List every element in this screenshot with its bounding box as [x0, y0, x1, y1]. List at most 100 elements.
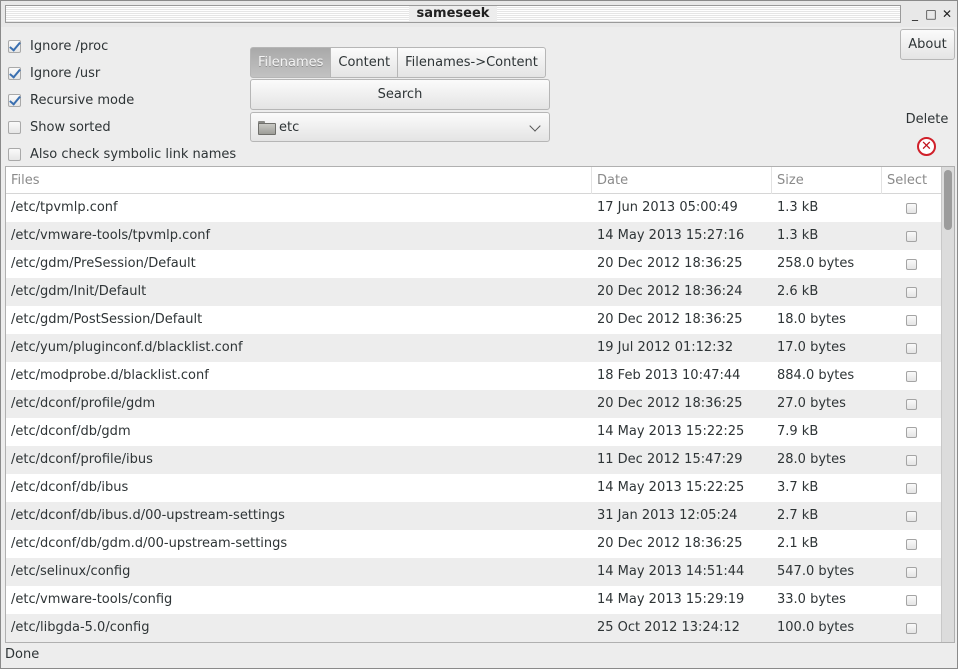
chevron-down-icon: [529, 120, 541, 132]
delete-icon[interactable]: ✕: [917, 137, 936, 156]
scrollbar-thumb[interactable]: [944, 170, 952, 230]
file-cell: /etc/modprobe.d/blacklist.conf: [11, 368, 209, 383]
table-row[interactable]: /etc/dconf/db/gdm.d/00-upstream-settings…: [6, 530, 941, 558]
tab-filenames-content[interactable]: Filenames->Content: [397, 47, 546, 78]
date-cell: 25 Oct 2012 13:24:12: [597, 620, 740, 635]
select-checkbox[interactable]: [906, 398, 917, 410]
select-checkbox[interactable]: [906, 538, 917, 550]
select-cell: [882, 222, 941, 250]
date-cell: 14 May 2013 15:22:25: [597, 424, 745, 439]
table-row[interactable]: /etc/yum/pluginconf.d/blacklist.conf 19 J…: [6, 334, 941, 362]
about-button[interactable]: About: [900, 29, 955, 60]
table-row[interactable]: /etc/gdm/PostSession/Default 20 Dec 2012 …: [6, 306, 941, 334]
select-checkbox[interactable]: [906, 230, 917, 242]
ignore-usr-checkbox[interactable]: [8, 67, 21, 80]
table-row[interactable]: /etc/tpvmlp.conf 17 Jun 2013 05:00:49 1.3 …: [6, 194, 941, 222]
file-cell: /etc/vmware-tools/tpvmlp.conf: [11, 228, 211, 243]
table-row[interactable]: /etc/libgda-5.0/config 25 Oct 2012 13:24:…: [6, 614, 941, 642]
file-cell: /etc/dconf/profile/gdm: [11, 396, 156, 411]
size-cell: 2.6 kB: [777, 284, 819, 299]
mode-tabs: Filenames Content Filenames->Content: [250, 47, 546, 78]
select-cell: [882, 530, 941, 558]
size-cell: 3.7 kB: [777, 480, 819, 495]
folder-combo[interactable]: etc: [250, 112, 550, 142]
title-track: sameseek: [5, 5, 901, 23]
select-checkbox[interactable]: [906, 202, 917, 214]
table-row[interactable]: /etc/dconf/db/ibus 14 May 2013 15:22:25 3.…: [6, 474, 941, 502]
column-header-size[interactable]: Size: [772, 167, 882, 194]
select-checkbox[interactable]: [906, 510, 917, 522]
show-sorted-label: Show sorted: [30, 120, 111, 135]
select-cell: [882, 614, 941, 642]
tab-filenames[interactable]: Filenames: [250, 47, 332, 78]
select-checkbox[interactable]: [906, 342, 917, 354]
select-cell: [882, 586, 941, 614]
maximize-icon[interactable]: □: [923, 6, 939, 22]
show-sorted-checkbox[interactable]: [8, 121, 21, 134]
delete-label: Delete: [905, 112, 949, 127]
size-cell: 2.7 kB: [777, 508, 819, 523]
select-checkbox[interactable]: [906, 314, 917, 326]
date-cell: 20 Dec 2012 18:36:24: [597, 284, 743, 299]
table-row[interactable]: /etc/gdm/Init/Default 20 Dec 2012 18:36:2…: [6, 278, 941, 306]
select-checkbox[interactable]: [906, 566, 917, 578]
select-checkbox[interactable]: [906, 426, 917, 438]
size-cell: 28.0 bytes: [777, 452, 846, 467]
recursive-mode-checkbox[interactable]: [8, 94, 21, 107]
ignore-usr-label: Ignore /usr: [30, 66, 101, 81]
vertical-scrollbar[interactable]: [941, 167, 954, 642]
symlink-names-checkbox[interactable]: [8, 148, 21, 161]
file-cell: /etc/dconf/db/gdm: [11, 424, 131, 439]
select-checkbox[interactable]: [906, 454, 917, 466]
search-button[interactable]: Search: [250, 79, 550, 110]
ignore-proc-option[interactable]: Ignore /proc: [8, 33, 236, 60]
file-cell: /etc/gdm/PostSession/Default: [11, 312, 203, 327]
tab-content[interactable]: Content: [330, 47, 399, 78]
column-header-select[interactable]: Select: [882, 167, 941, 194]
file-cell: /etc/vmware-tools/config: [11, 592, 173, 607]
ignore-proc-label: Ignore /proc: [30, 39, 109, 54]
file-cell: /etc/yum/pluginconf.d/blacklist.conf: [11, 340, 243, 355]
size-cell: 33.0 bytes: [777, 592, 846, 607]
date-cell: 20 Dec 2012 18:36:25: [597, 396, 743, 411]
date-cell: 14 May 2013 14:51:44: [597, 564, 745, 579]
select-cell: [882, 474, 941, 502]
date-cell: 14 May 2013 15:29:19: [597, 592, 745, 607]
ignore-proc-checkbox[interactable]: [8, 40, 21, 53]
close-icon[interactable]: ✕: [939, 6, 955, 22]
date-cell: 18 Feb 2013 10:47:44: [597, 368, 741, 383]
table-row[interactable]: /etc/selinux/config 14 May 2013 14:51:44 5…: [6, 558, 941, 586]
select-checkbox[interactable]: [906, 482, 917, 494]
size-cell: 2.1 kB: [777, 536, 819, 551]
select-checkbox[interactable]: [906, 370, 917, 382]
date-cell: 20 Dec 2012 18:36:25: [597, 256, 743, 271]
select-checkbox[interactable]: [906, 286, 917, 298]
symlink-names-option[interactable]: Also check symbolic link names: [8, 141, 236, 168]
table-row[interactable]: /etc/dconf/db/ibus.d/00-upstream-setting…: [6, 502, 941, 530]
size-cell: 18.0 bytes: [777, 312, 846, 327]
column-header-date[interactable]: Date: [592, 167, 772, 194]
table-row[interactable]: /etc/modprobe.d/blacklist.conf 18 Feb 201…: [6, 362, 941, 390]
table-row[interactable]: /etc/dconf/db/gdm 14 May 2013 15:22:25 7.9…: [6, 418, 941, 446]
select-checkbox[interactable]: [906, 258, 917, 270]
table-row[interactable]: /etc/vmware-tools/tpvmlp.conf 14 May 2013…: [6, 222, 941, 250]
file-cell: /etc/gdm/PreSession/Default: [11, 256, 196, 271]
title-bar[interactable]: sameseek _ □ ✕: [1, 1, 957, 27]
select-checkbox[interactable]: [906, 594, 917, 606]
select-checkbox[interactable]: [906, 622, 917, 634]
column-header-files[interactable]: Files: [6, 167, 592, 194]
table-row[interactable]: /etc/gdm/PreSession/Default 20 Dec 2012 1…: [6, 250, 941, 278]
table-row[interactable]: /etc/dconf/profile/ibus 11 Dec 2012 15:47…: [6, 446, 941, 474]
show-sorted-option[interactable]: Show sorted: [8, 114, 236, 141]
select-cell: [882, 502, 941, 530]
select-cell: [882, 390, 941, 418]
recursive-mode-option[interactable]: Recursive mode: [8, 87, 236, 114]
folder-icon: [258, 121, 276, 135]
minimize-icon[interactable]: _: [907, 6, 923, 22]
ignore-usr-option[interactable]: Ignore /usr: [8, 60, 236, 87]
size-cell: 1.3 kB: [777, 228, 819, 243]
table-row[interactable]: /etc/vmware-tools/config 14 May 2013 15:2…: [6, 586, 941, 614]
size-cell: 27.0 bytes: [777, 396, 846, 411]
size-cell: 7.9 kB: [777, 424, 819, 439]
table-row[interactable]: /etc/dconf/profile/gdm 20 Dec 2012 18:36:…: [6, 390, 941, 418]
